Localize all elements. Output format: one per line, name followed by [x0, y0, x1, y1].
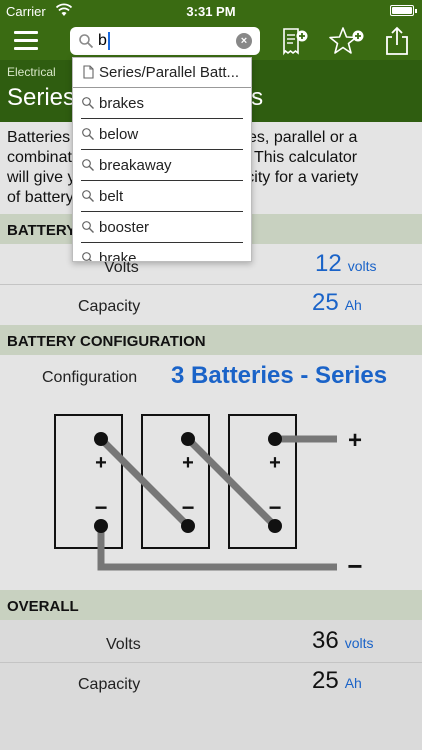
suggestion-item[interactable]: belt — [73, 182, 251, 212]
hamburger-menu-icon[interactable] — [14, 31, 38, 51]
divider — [81, 149, 243, 150]
suggestion-item[interactable]: below — [73, 120, 251, 150]
clock: 3:31 PM — [186, 4, 236, 19]
suggestion-label: brakes — [99, 95, 145, 112]
plus-sign-3: + — [269, 452, 281, 474]
battery-icon — [390, 5, 417, 16]
search-icon — [82, 128, 94, 140]
text-cursor — [107, 32, 110, 50]
overall-capacity-readout: 25 Ah — [312, 667, 362, 695]
overall-volts-value: 36 — [312, 627, 339, 654]
overall-section-header: OVERALL — [0, 590, 422, 620]
configuration-label: Configuration — [42, 369, 138, 386]
suggestion-label: Series/Parallel Batt... — [99, 64, 240, 81]
add-favorite-icon[interactable] — [328, 26, 366, 56]
battery-3 — [228, 414, 297, 549]
search-input[interactable]: b × — [70, 27, 260, 55]
terminal-negative-1 — [94, 519, 108, 533]
configuration-selector[interactable]: 3 Batteries - Series — [171, 362, 387, 390]
suggestion-item[interactable]: breakaway — [73, 151, 251, 181]
status-bar: Carrier 3:31 PM — [0, 0, 422, 22]
suggestion-label: breakaway — [99, 157, 172, 174]
battery-capacity-label: Capacity — [78, 298, 141, 315]
search-icon — [82, 97, 94, 109]
battery-volts-field[interactable]: 12 volts — [315, 250, 377, 278]
divider — [81, 242, 243, 243]
suggestion-label: brake — [99, 250, 137, 262]
battery-capacity-unit: Ah — [344, 297, 362, 313]
battery-capacity-field[interactable]: 25 Ah — [312, 289, 362, 317]
search-query-wrap: b — [98, 32, 110, 50]
plus-sign-1: + — [95, 452, 107, 474]
configuration-section-header: BATTERY CONFIGURATION — [0, 325, 422, 355]
overall-volts-label: Volts — [106, 636, 141, 653]
section-label: Electrical — [7, 65, 56, 79]
overall-capacity-unit: Ah — [344, 675, 362, 691]
search-icon — [82, 159, 94, 171]
battery-1 — [54, 414, 123, 549]
suggestion-calculator[interactable]: Series/Parallel Batt... — [73, 58, 251, 88]
suggestion-item[interactable]: brakes — [73, 89, 251, 119]
battery-capacity-value: 25 — [312, 289, 339, 316]
series-link-2 — [185, 436, 278, 529]
divider — [81, 211, 243, 212]
suggestion-item[interactable]: booster — [73, 213, 251, 243]
overall-capacity-label: Capacity — [78, 676, 141, 693]
terminal-negative-3 — [268, 519, 282, 533]
battery-wiring-diagram: + + + − − − + − — [54, 414, 363, 581]
share-icon[interactable] — [382, 26, 412, 56]
minus-sign-1: − — [95, 495, 108, 520]
clear-search-icon[interactable]: × — [236, 33, 252, 49]
battery-2 — [141, 414, 210, 549]
series-link-1 — [98, 436, 191, 529]
overall-capacity-value: 25 — [312, 667, 339, 694]
search-icon — [82, 221, 94, 233]
search-suggestions: Series/Parallel Batt... brakes below bre… — [72, 57, 252, 262]
suggestion-item[interactable]: brake — [73, 244, 251, 262]
document-icon — [83, 65, 94, 79]
minus-sign-2: − — [182, 495, 195, 520]
divider — [81, 118, 243, 119]
divider — [0, 662, 422, 663]
divider — [0, 284, 422, 285]
output-minus-sign: − — [347, 551, 362, 581]
terminal-positive-2 — [181, 432, 195, 446]
output-plus-sign: + — [348, 427, 362, 454]
battery-volts-unit: volts — [347, 258, 377, 274]
search-icon — [79, 34, 94, 49]
terminal-positive-3 — [268, 432, 282, 446]
suggestion-label: below — [99, 126, 139, 143]
search-query: b — [98, 32, 107, 49]
add-receipt-icon[interactable] — [280, 26, 310, 56]
nav-bar: b × — [0, 22, 422, 60]
negative-lead — [97, 526, 337, 571]
minus-sign-3: − — [269, 495, 282, 520]
divider — [73, 87, 251, 88]
overall-volts-unit: volts — [344, 635, 374, 651]
overall-volts-readout: 36 volts — [312, 627, 374, 655]
terminal-negative-2 — [181, 519, 195, 533]
terminal-positive-1 — [94, 432, 108, 446]
search-icon — [82, 190, 94, 202]
battery-volts-value: 12 — [315, 250, 342, 277]
suggestion-label: booster — [99, 219, 150, 236]
plus-sign-2: + — [182, 452, 194, 474]
divider — [81, 180, 243, 181]
suggestion-label: belt — [99, 188, 124, 205]
search-icon — [82, 252, 92, 261]
